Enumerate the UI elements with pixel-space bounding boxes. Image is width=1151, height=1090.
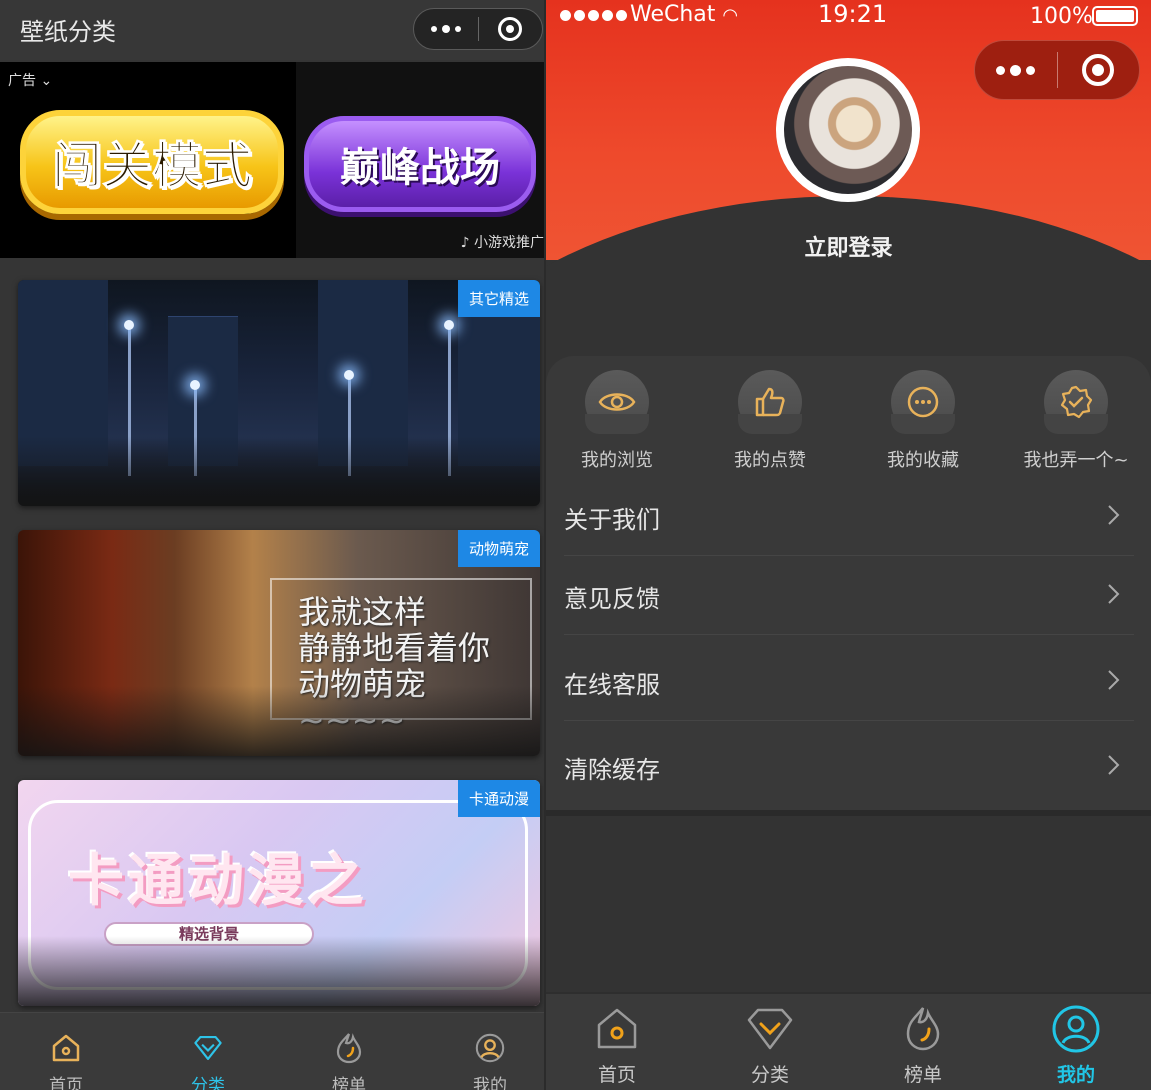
page-title: 壁纸分类 [20,18,116,46]
tab-label: 分类 [750,1064,789,1086]
quick-label: 我的收藏 [887,450,959,471]
tab-bar: 首页 分类 榜单 我的 [0,1012,544,1090]
tab-category[interactable]: 分类 [715,994,825,1090]
quick-label: 我也弄一个~ [1023,450,1129,471]
tab-label: 首页 [49,1076,83,1090]
menu-label: 在线客服 [564,671,660,699]
ad-peak-battle-button[interactable]: 巅峰战场 [304,116,536,212]
card-shade [18,436,540,506]
quick-label: 我的点赞 [734,450,806,471]
tab-label: 榜单 [332,1076,366,1090]
category-card-other[interactable]: 其它精选 [18,280,540,506]
flame-icon [898,1004,948,1054]
menu-item-clear-cache[interactable]: 清除缓存 [564,728,1134,806]
battery-icon [1092,6,1138,26]
menu-item-feedback[interactable]: 意见反馈 [564,557,1134,635]
card-shade [18,686,540,756]
category-tag: 卡通动漫 [457,780,540,817]
user-icon [474,1031,506,1065]
tab-label: 我的 [1056,1064,1095,1086]
ad-promo-text: ♪ 小游戏推广 [460,235,544,251]
quick-label: 我的浏览 [581,450,653,471]
wifi-icon: ◠ [722,5,739,26]
menu-label: 意见反馈 [564,585,660,613]
overlay-line: 静静地看着你 [298,629,491,667]
category-tag: 其它精选 [457,280,540,317]
flame-icon [333,1031,365,1065]
signal-icon [560,10,627,21]
tab-home[interactable]: 首页 [16,1013,116,1090]
home-icon [50,1031,82,1065]
cartoon-title: 卡通动漫之 [68,849,368,914]
chevron-right-icon [1108,505,1120,525]
close-target-icon[interactable] [479,17,543,41]
card-shade [18,936,540,1006]
diamond-icon [192,1031,224,1065]
tab-ranking[interactable]: 榜单 [299,1013,399,1090]
profile-menu-card: 我的浏览 我的点赞 我的收藏 我也弄一个~ 关于我们 意见反馈 在线客服 清除缓… [546,356,1151,812]
quick-likes[interactable]: 我的点赞 [705,370,835,472]
menu-item-service[interactable]: 在线客服 [564,643,1134,721]
mini-program-capsule [974,40,1140,100]
tab-home[interactable]: 首页 [562,994,672,1090]
home-icon [592,1004,642,1054]
ad-banner[interactable]: 广告 ⌄ 闯关模式 巅峰战场 ♪ 小游戏推广 [0,62,544,258]
tab-label: 我的 [473,1076,507,1090]
user-icon [1051,1004,1101,1054]
overlay-line: 我就这样 [298,593,427,631]
more-icon[interactable] [975,64,1057,76]
tab-category[interactable]: 分类 [158,1013,258,1090]
ad-label[interactable]: 广告 ⌄ [8,70,52,90]
chevron-right-icon [1108,670,1120,690]
quick-favorites[interactable]: 我的收藏 [858,370,988,472]
menu-label: 关于我们 [564,506,660,534]
tab-label: 分类 [191,1076,225,1090]
tab-mine[interactable]: 我的 [1021,994,1131,1090]
thumbs-up-icon [738,370,802,434]
category-tag: 动物萌宠 [457,530,540,567]
category-card-cartoon[interactable]: 卡通动漫之 精选背景 卡通动漫 [18,780,540,1006]
tab-label: 榜单 [903,1064,942,1086]
login-button[interactable]: 立即登录 [546,230,1151,262]
battery-percent: 100% [1030,4,1093,29]
badge-check-icon [1044,370,1108,434]
menu-label: 清除缓存 [564,756,660,784]
more-icon[interactable] [414,25,478,33]
section-divider [546,810,1151,816]
chevron-right-icon [1108,755,1120,775]
diamond-icon [745,1004,795,1054]
status-time: 19:21 [818,0,888,28]
avatar[interactable] [776,58,920,202]
tab-bar: 首页 分类 榜单 我的 [546,992,1151,1090]
profile-screen: WeChat ◠ 19:21 100% 立即登录 我的浏览 我的点赞 我的收藏 [546,0,1151,1090]
tab-mine[interactable]: 我的 [440,1013,540,1090]
nav-bar: 壁纸分类 [0,0,544,60]
category-card-pets[interactable]: 我就这样 静静地看着你 动物萌宠~~~~ 动物萌宠 [18,530,540,756]
chevron-right-icon [1108,584,1120,604]
tab-label: 首页 [597,1064,636,1086]
mini-program-capsule [413,8,543,50]
ellipsis-icon [891,370,955,434]
ad-level-mode-button[interactable]: 闯关模式 [20,110,284,214]
close-target-icon[interactable] [1058,54,1140,86]
wallpaper-category-screen: 壁纸分类 广告 ⌄ 闯关模式 巅峰战场 ♪ 小游戏推广 其它精选 我就这样 静静… [0,0,544,1090]
quick-browse[interactable]: 我的浏览 [552,370,682,472]
status-bar: WeChat ◠ 19:21 100% [546,0,1151,32]
tab-ranking[interactable]: 榜单 [868,994,978,1090]
carrier-name: WeChat ◠ [630,2,739,27]
menu-item-about[interactable]: 关于我们 [564,478,1134,556]
quick-make-one[interactable]: 我也弄一个~ [1011,370,1141,472]
eye-icon [585,370,649,434]
